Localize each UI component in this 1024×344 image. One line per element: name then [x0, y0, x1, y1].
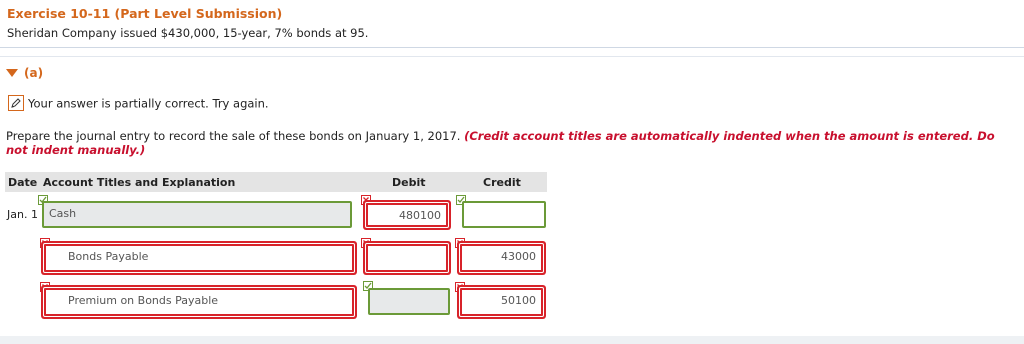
status-message: Your answer is partially correct. Try ag… — [8, 95, 269, 112]
debit-field[interactable] — [368, 288, 450, 315]
pencil-icon — [8, 95, 24, 111]
col-date: Date — [8, 176, 38, 189]
exercise-title: Exercise 10-11 (Part Level Submission) — [7, 6, 283, 21]
instructions-text: Prepare the journal entry to record the … — [6, 129, 461, 143]
col-credit: Credit — [483, 176, 521, 189]
debit-field[interactable] — [366, 244, 448, 272]
caret-down-icon — [6, 68, 18, 77]
exercise-subtitle: Sheridan Company issued $430,000, 15-yea… — [7, 26, 369, 40]
instructions: Prepare the journal entry to record the … — [6, 129, 1016, 157]
exercise-header: Exercise 10-11 (Part Level Submission) S… — [0, 0, 1024, 48]
credit-field[interactable]: 43000 — [460, 244, 543, 272]
part-a-toggle[interactable]: (a) — [6, 66, 43, 80]
credit-field[interactable] — [462, 201, 546, 228]
divider — [0, 56, 1024, 57]
journal-table-header: Date Account Titles and Explanation Debi… — [5, 172, 547, 192]
part-label: (a) — [24, 66, 44, 80]
footer-bar — [0, 336, 1024, 344]
account-field[interactable]: Cash — [42, 201, 352, 228]
credit-field[interactable]: 50100 — [460, 288, 543, 316]
status-text: Your answer is partially correct. Try ag… — [28, 96, 269, 111]
row-date: Jan. 1 — [7, 208, 38, 221]
debit-field[interactable]: 480100 — [366, 203, 448, 227]
account-field[interactable]: Premium on Bonds Payable — [44, 288, 354, 316]
col-account: Account Titles and Explanation — [43, 176, 236, 189]
col-debit: Debit — [392, 176, 426, 189]
account-field[interactable]: Bonds Payable — [44, 244, 354, 272]
divider — [0, 47, 1024, 48]
